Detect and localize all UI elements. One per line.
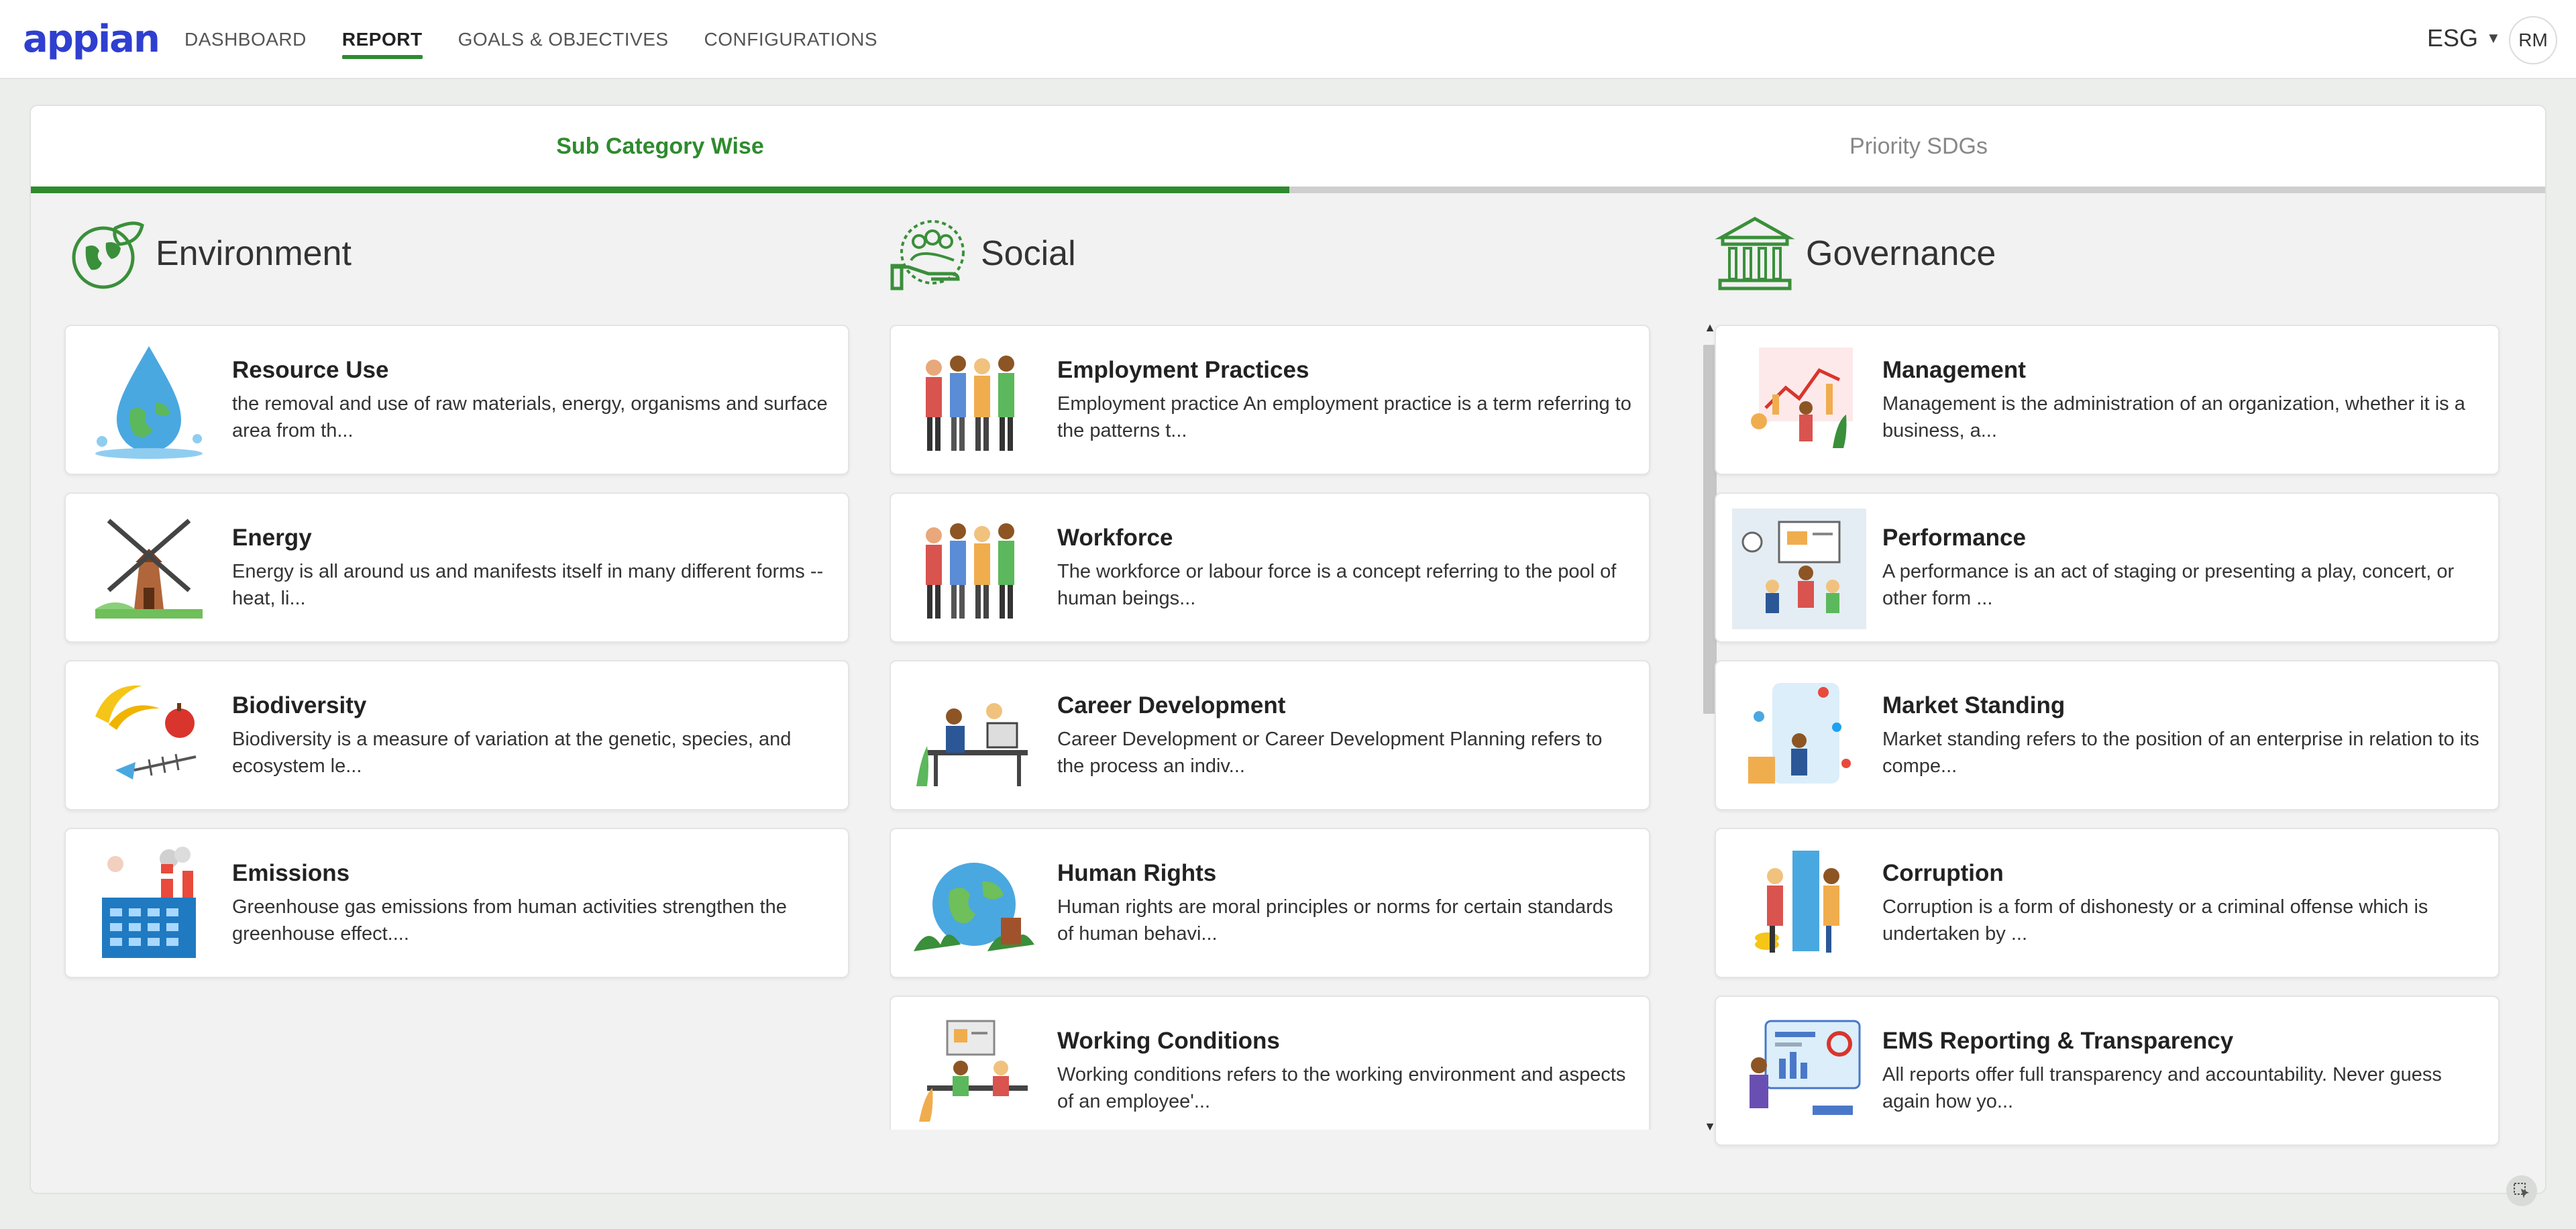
tab-bar: Sub Category Wise Priority SDGs (31, 106, 2545, 193)
card-description: Market standing refers to the position o… (1882, 729, 2479, 777)
governance-column: Governance Management Management is the … (1715, 211, 2500, 1146)
office-meeting-icon (919, 1020, 1028, 1122)
nav-report[interactable]: REPORT (341, 0, 423, 79)
card-description: Employment practice An employment practi… (1057, 393, 1631, 441)
card-market-standing[interactable]: Market Standing Market standing refers t… (1715, 660, 2500, 810)
card-description: Career Development or Career Development… (1057, 729, 1603, 777)
water-drop-globe-icon (95, 346, 203, 459)
globe-hands-icon (914, 863, 1034, 951)
user-avatar[interactable]: RM (2509, 16, 2557, 64)
card-title: Performance (1882, 525, 2026, 551)
card-title: Biodiversity (232, 692, 367, 718)
tab-sub-category-wise[interactable]: Sub Category Wise (31, 106, 1289, 193)
report-dashboard-icon (1750, 1020, 1861, 1115)
social-cards-scroll[interactable]: Employment Practices Employment practice… (890, 325, 1717, 1130)
card-description: Corruption is a form of dishonesty or a … (1882, 896, 2428, 945)
card-description: the removal and use of raw materials, en… (232, 393, 828, 441)
social-column: Social Employment Practices Employment p… (890, 211, 1717, 1133)
social-header: Social (890, 211, 1717, 297)
factory-icon (102, 847, 196, 958)
card-performance[interactable]: Performance A performance is an act of s… (1715, 492, 2500, 643)
card-career-development[interactable]: Career Development Career Development or… (890, 660, 1650, 810)
social-title: Social (981, 234, 1076, 273)
appian-logo[interactable]: appian (23, 17, 160, 61)
main-nav: DASHBOARD REPORT GOALS & OBJECTIVES CONF… (184, 0, 913, 79)
card-description: The workforce or labour force is a conce… (1057, 561, 1617, 609)
card-energy[interactable]: Energy Energy is all around us and manif… (64, 492, 849, 643)
government-building-icon (1715, 217, 1795, 290)
banana-fishbone-icon (95, 685, 197, 780)
group-people-icon (926, 356, 1014, 451)
card-biodiversity[interactable]: Biodiversity Biodiversity is a measure o… (64, 660, 849, 810)
nav-dashboard[interactable]: DASHBOARD (184, 0, 307, 79)
card-corruption[interactable]: Corruption Corruption is a form of disho… (1715, 828, 2500, 978)
card-title: Human Rights (1057, 860, 1217, 886)
card-title: EMS Reporting & Transparency (1882, 1028, 2234, 1054)
card-human-rights[interactable]: Human Rights Human rights are moral prin… (890, 828, 1650, 978)
growth-chart-icon (1751, 348, 1853, 448)
esg-dropdown[interactable]: ESG ▼ (2427, 24, 2501, 52)
card-title: Emissions (232, 860, 350, 886)
card-description: Human rights are moral principles or nor… (1057, 896, 1613, 945)
card-title: Market Standing (1882, 692, 2065, 718)
card-employment-practices[interactable]: Employment Practices Employment practice… (890, 325, 1650, 475)
presentation-icon (1732, 509, 1866, 629)
group-people-icon (926, 523, 1014, 619)
card-title: Energy (232, 525, 312, 551)
card-description: All reports offer full transparency and … (1882, 1064, 2442, 1112)
windmill-icon (95, 519, 203, 619)
card-description: Energy is all around us and manifests it… (232, 561, 824, 609)
card-title: Resource Use (232, 357, 389, 383)
feedback-cursor-button[interactable] (2506, 1175, 2537, 1206)
nav-goals-objectives[interactable]: GOALS & OBJECTIVES (458, 0, 669, 79)
esg-label: ESG (2427, 24, 2479, 52)
card-workforce[interactable]: Workforce The workforce or labour force … (890, 492, 1650, 643)
card-title: Corruption (1882, 860, 2004, 886)
card-title: Working Conditions (1057, 1028, 1280, 1054)
governance-header: Governance (1715, 211, 2500, 297)
card-description: Biodiversity is a measure of variation a… (232, 729, 792, 777)
card-title: Employment Practices (1057, 357, 1309, 383)
desk-workers-icon (916, 703, 1028, 786)
card-working-conditions[interactable]: Working Conditions Working conditions re… (890, 996, 1650, 1130)
environment-title: Environment (156, 234, 352, 273)
nav-configurations[interactable]: CONFIGURATIONS (704, 0, 877, 79)
card-resource-use[interactable]: Resource Use the removal and use of raw … (64, 325, 849, 475)
card-description: Management is the administration of an o… (1882, 393, 2465, 441)
card-description: Greenhouse gas emissions from human acti… (232, 896, 787, 945)
card-ems-reporting-transparency[interactable]: EMS Reporting & Transparency All reports… (1715, 996, 2500, 1146)
social-media-icon (1748, 683, 1851, 784)
top-nav-bar: appian DASHBOARD REPORT GOALS & OBJECTIV… (0, 0, 2576, 79)
card-title: Career Development (1057, 692, 1286, 718)
environment-header: Environment (64, 211, 849, 297)
people-hand-icon (890, 220, 965, 290)
card-title: Workforce (1057, 525, 1173, 551)
card-title: Management (1882, 357, 2026, 383)
bribe-icon (1755, 851, 1839, 953)
card-management[interactable]: Management Management is the administrat… (1715, 325, 2500, 475)
caret-down-icon: ▼ (2486, 30, 2501, 46)
card-emissions[interactable]: Emissions Greenhouse gas emissions from … (64, 828, 849, 978)
earth-leaf-icon (72, 221, 144, 289)
tab-priority-sdgs[interactable]: Priority SDGs (1289, 106, 2545, 193)
report-panel: Sub Category Wise Priority SDGs Environm… (30, 105, 2546, 1194)
environment-column: Environment Resource Use the removal and… (64, 211, 849, 978)
card-description: A performance is an act of staging or pr… (1882, 561, 2455, 609)
cursor-select-icon (2514, 1183, 2529, 1198)
governance-title: Governance (1806, 234, 1996, 273)
card-description: Working conditions refers to the working… (1057, 1064, 1626, 1112)
